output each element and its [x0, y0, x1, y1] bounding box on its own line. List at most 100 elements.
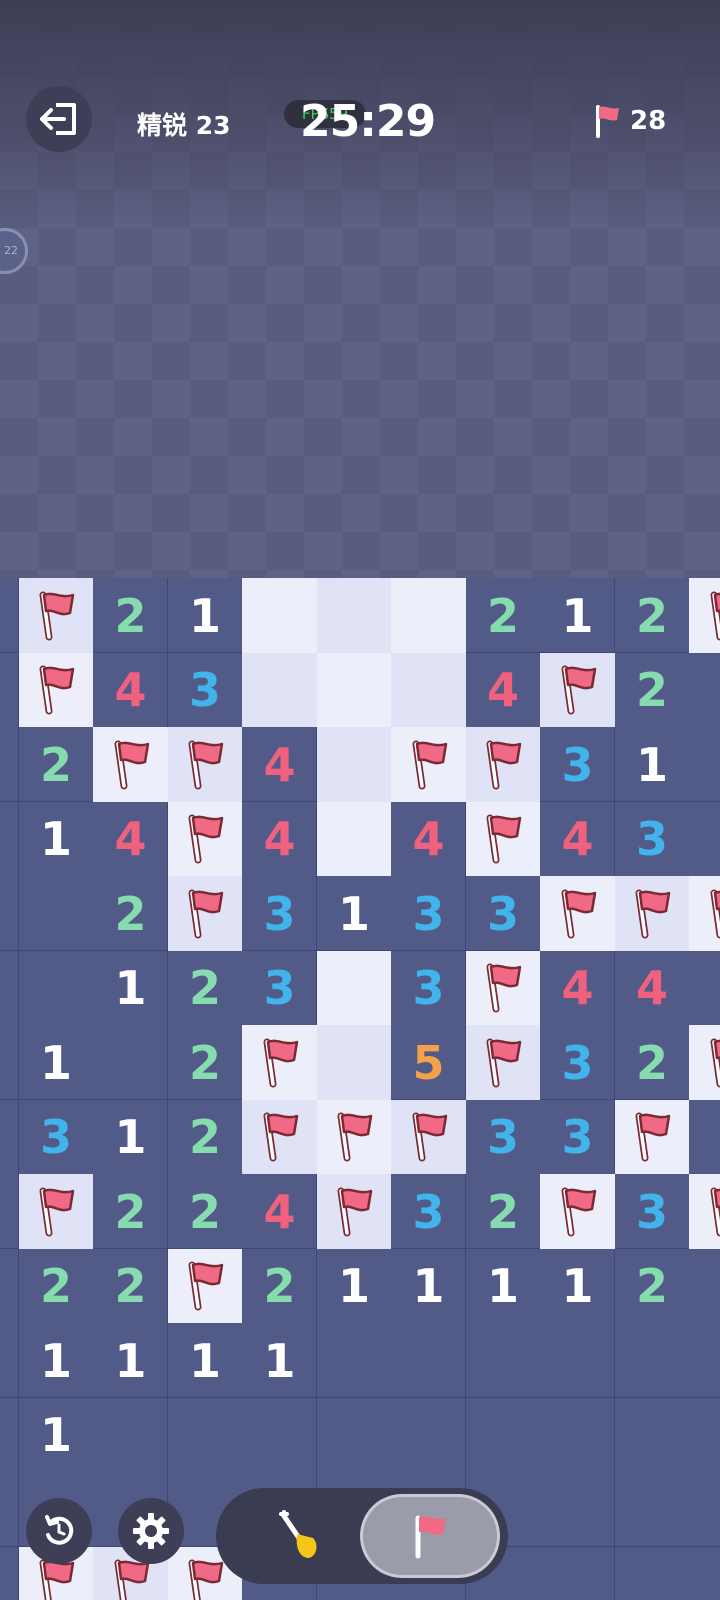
- closed-cell[interactable]: [0, 727, 19, 802]
- empty-cell[interactable]: [316, 1025, 392, 1100]
- number-cell[interactable]: 3: [242, 950, 317, 1026]
- side-badge[interactable]: 22: [0, 228, 28, 274]
- number-cell[interactable]: 2: [93, 876, 168, 951]
- closed-cell[interactable]: [0, 950, 19, 1026]
- restart-button[interactable]: [26, 1498, 92, 1564]
- flagged-cell[interactable]: [93, 727, 168, 802]
- flagged-cell[interactable]: [614, 876, 690, 951]
- number-cell[interactable]: 1: [18, 1397, 94, 1473]
- closed-cell[interactable]: [689, 727, 720, 802]
- closed-cell[interactable]: [0, 801, 19, 877]
- number-cell[interactable]: 2: [614, 1248, 690, 1324]
- flagged-cell[interactable]: [242, 1099, 317, 1175]
- flagged-cell[interactable]: [465, 801, 541, 877]
- dig-flag-mode-toggle[interactable]: [216, 1488, 508, 1584]
- closed-cell[interactable]: [167, 1397, 243, 1473]
- flagged-cell[interactable]: [242, 1025, 317, 1100]
- closed-cell[interactable]: [18, 876, 94, 951]
- flagged-cell[interactable]: [540, 876, 615, 951]
- number-cell[interactable]: 2: [18, 727, 94, 802]
- empty-cell[interactable]: [316, 950, 392, 1026]
- flagged-cell[interactable]: [540, 1174, 615, 1249]
- number-cell[interactable]: 3: [614, 1174, 690, 1249]
- number-cell[interactable]: 1: [391, 1248, 466, 1324]
- number-cell[interactable]: 2: [93, 1248, 168, 1324]
- flagged-cell[interactable]: [18, 578, 94, 653]
- number-cell[interactable]: 4: [93, 652, 168, 728]
- number-cell[interactable]: 1: [540, 578, 615, 653]
- number-cell[interactable]: 2: [614, 652, 690, 728]
- closed-cell[interactable]: [614, 1323, 690, 1398]
- flagged-cell[interactable]: [465, 1025, 541, 1100]
- empty-cell[interactable]: [242, 652, 317, 728]
- flagged-cell[interactable]: [167, 727, 243, 802]
- number-cell[interactable]: 3: [614, 801, 690, 877]
- number-cell[interactable]: 1: [93, 1323, 168, 1398]
- number-cell[interactable]: 2: [167, 1174, 243, 1249]
- flagged-cell[interactable]: [391, 1099, 466, 1175]
- number-cell[interactable]: 2: [242, 1248, 317, 1324]
- closed-cell[interactable]: [540, 1397, 615, 1473]
- closed-cell[interactable]: [689, 1248, 720, 1324]
- number-cell[interactable]: 1: [316, 876, 392, 951]
- closed-cell[interactable]: [93, 1397, 168, 1473]
- number-cell[interactable]: 3: [540, 1025, 615, 1100]
- number-cell[interactable]: 4: [540, 801, 615, 877]
- closed-cell[interactable]: [0, 1323, 19, 1398]
- number-cell[interactable]: 3: [465, 876, 541, 951]
- flagged-cell[interactable]: [465, 727, 541, 802]
- closed-cell[interactable]: [0, 1174, 19, 1249]
- empty-cell[interactable]: [316, 801, 392, 877]
- closed-cell[interactable]: [689, 1397, 720, 1473]
- number-cell[interactable]: 4: [614, 950, 690, 1026]
- number-cell[interactable]: 1: [167, 578, 243, 653]
- flagged-cell[interactable]: [18, 652, 94, 728]
- number-cell[interactable]: 2: [465, 578, 541, 653]
- number-cell[interactable]: 5: [391, 1025, 466, 1100]
- number-cell[interactable]: 4: [391, 801, 466, 877]
- closed-cell[interactable]: [689, 801, 720, 877]
- number-cell[interactable]: 4: [242, 727, 317, 802]
- closed-cell[interactable]: [18, 950, 94, 1026]
- closed-cell[interactable]: [689, 1323, 720, 1398]
- number-cell[interactable]: 2: [167, 950, 243, 1026]
- empty-cell[interactable]: [316, 578, 392, 653]
- number-cell[interactable]: 1: [167, 1323, 243, 1398]
- closed-cell[interactable]: [316, 1397, 392, 1473]
- flagged-cell[interactable]: [614, 1099, 690, 1175]
- number-cell[interactable]: 2: [18, 1248, 94, 1324]
- closed-cell[interactable]: [391, 1323, 466, 1398]
- exit-button[interactable]: [26, 86, 92, 152]
- closed-cell[interactable]: [0, 578, 19, 653]
- closed-cell[interactable]: [316, 1323, 392, 1398]
- number-cell[interactable]: 4: [540, 950, 615, 1026]
- empty-cell[interactable]: [316, 652, 392, 728]
- number-cell[interactable]: 3: [242, 876, 317, 951]
- flagged-cell[interactable]: [18, 1174, 94, 1249]
- flagged-cell[interactable]: [167, 876, 243, 951]
- closed-cell[interactable]: [0, 1025, 19, 1100]
- empty-cell[interactable]: [242, 578, 317, 653]
- closed-cell[interactable]: [0, 1099, 19, 1175]
- minesweeper-board[interactable]: 2121243422431144443231331233441253231233…: [0, 578, 720, 1600]
- dig-mode-button[interactable]: [246, 1500, 356, 1572]
- number-cell[interactable]: 1: [18, 1323, 94, 1398]
- flagged-cell[interactable]: [689, 1174, 720, 1249]
- flagged-cell[interactable]: [689, 1025, 720, 1100]
- number-cell[interactable]: 1: [614, 727, 690, 802]
- flagged-cell[interactable]: [465, 950, 541, 1026]
- number-cell[interactable]: 3: [540, 727, 615, 802]
- number-cell[interactable]: 3: [167, 652, 243, 728]
- number-cell[interactable]: 3: [391, 876, 466, 951]
- closed-cell[interactable]: [465, 1397, 541, 1473]
- number-cell[interactable]: 1: [465, 1248, 541, 1324]
- flagged-cell[interactable]: [167, 1248, 243, 1324]
- number-cell[interactable]: 3: [540, 1099, 615, 1175]
- flagged-cell[interactable]: [167, 801, 243, 877]
- empty-cell[interactable]: [391, 578, 466, 653]
- closed-cell[interactable]: [93, 1025, 168, 1100]
- empty-cell[interactable]: [316, 727, 392, 802]
- settings-button[interactable]: [118, 1498, 184, 1564]
- number-cell[interactable]: 3: [465, 1099, 541, 1175]
- number-cell[interactable]: 1: [540, 1248, 615, 1324]
